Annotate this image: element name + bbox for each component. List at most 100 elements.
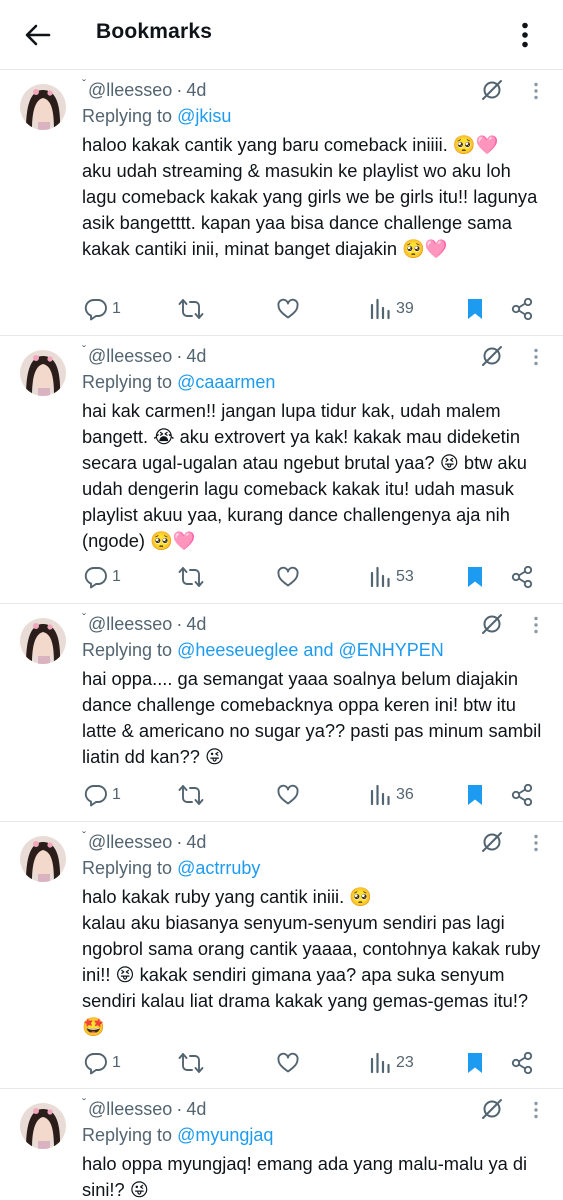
bookmark-filled-icon bbox=[468, 299, 482, 319]
views-count: 36 bbox=[396, 786, 414, 803]
share-icon bbox=[511, 1051, 533, 1075]
replying-to-handle[interactable]: @actrruby bbox=[177, 858, 260, 878]
tweet-text: hai kak carmen!! jangan lupa tidur kak, … bbox=[82, 400, 527, 551]
share-icon bbox=[511, 297, 533, 321]
like-button[interactable] bbox=[276, 780, 304, 810]
share-icon bbox=[511, 783, 533, 807]
reply-icon bbox=[84, 1053, 107, 1075]
views-icon bbox=[370, 566, 390, 588]
grok-icon[interactable] bbox=[480, 830, 504, 854]
tweet-text: halo kakak ruby yang cantik iniii. 🥺 kal… bbox=[82, 886, 541, 1037]
more-dots-icon[interactable] bbox=[532, 348, 540, 366]
share-button[interactable] bbox=[510, 780, 534, 810]
tweet-header: ˇ @lleesseo · 4d bbox=[82, 1096, 207, 1120]
timestamp[interactable]: 4d bbox=[186, 80, 206, 101]
timestamp[interactable]: 4d bbox=[186, 1099, 206, 1120]
replying-to-handle[interactable]: @caaarmen bbox=[177, 372, 275, 392]
avatar[interactable] bbox=[20, 84, 66, 130]
reply-count: 1 bbox=[112, 1054, 121, 1071]
more-dots-icon[interactable] bbox=[532, 1101, 540, 1119]
views-count: 53 bbox=[396, 568, 414, 585]
more-options-button[interactable] bbox=[508, 17, 542, 53]
tweet-actions: 1 39 bbox=[0, 294, 563, 324]
bookmark-button[interactable] bbox=[465, 780, 485, 810]
reply-button[interactable]: 1 bbox=[84, 1048, 121, 1078]
views-button[interactable]: 23 bbox=[370, 1048, 414, 1078]
grok-icon[interactable] bbox=[480, 78, 504, 102]
grok-icon[interactable] bbox=[480, 612, 504, 636]
heart-icon bbox=[277, 1052, 299, 1073]
bookmark-feed: ˇ @lleesseo · 4d Replying to @jkisu halo… bbox=[0, 70, 563, 1200]
grok-icon[interactable] bbox=[480, 344, 504, 368]
views-icon bbox=[370, 1052, 390, 1074]
tweet-text: hai oppa.... ga semangat yaaa soalnya be… bbox=[82, 668, 542, 767]
views-button[interactable]: 53 bbox=[370, 562, 414, 592]
tweet-card[interactable]: ˇ @lleesseo · 4d Replying to @myungjaq h… bbox=[0, 1089, 563, 1200]
user-handle[interactable]: @lleesseo bbox=[88, 80, 172, 101]
reply-icon bbox=[84, 567, 107, 589]
replying-to: Replying to @actrruby bbox=[82, 858, 261, 878]
page-title: Bookmarks bbox=[96, 20, 213, 43]
retweet-button[interactable] bbox=[178, 780, 208, 810]
arrow-left-icon bbox=[25, 24, 51, 46]
name-mark: ˇ bbox=[82, 343, 86, 357]
tweet-card[interactable]: ˇ @lleesseo · 4d Replying to @heeseuegle… bbox=[0, 604, 563, 822]
user-handle[interactable]: @lleesseo bbox=[88, 346, 172, 367]
name-mark: ˇ bbox=[82, 1096, 86, 1110]
more-dots-icon[interactable] bbox=[532, 82, 540, 100]
retweet-icon bbox=[178, 567, 204, 587]
reply-button[interactable]: 1 bbox=[84, 294, 121, 324]
avatar[interactable] bbox=[20, 1103, 66, 1149]
reply-button[interactable]: 1 bbox=[84, 562, 121, 592]
tweet-card[interactable]: ˇ @lleesseo · 4d Replying to @actrruby h… bbox=[0, 822, 563, 1089]
retweet-icon bbox=[178, 785, 204, 805]
bookmark-button[interactable] bbox=[465, 1048, 485, 1078]
timestamp[interactable]: 4d bbox=[186, 346, 206, 367]
views-icon bbox=[370, 784, 390, 806]
replying-to: Replying to @myungjaq bbox=[82, 1125, 274, 1145]
grok-icon[interactable] bbox=[480, 1097, 504, 1121]
user-handle[interactable]: @lleesseo bbox=[88, 1099, 172, 1120]
more-dots-icon[interactable] bbox=[532, 616, 540, 634]
top-bar: Bookmarks bbox=[0, 0, 563, 70]
tweet-card[interactable]: ˇ @lleesseo · 4d Replying to @jkisu halo… bbox=[0, 70, 563, 336]
share-button[interactable] bbox=[510, 562, 534, 592]
tweet-actions: 1 53 bbox=[0, 562, 563, 592]
avatar[interactable] bbox=[20, 836, 66, 882]
share-button[interactable] bbox=[510, 1048, 534, 1078]
retweet-button[interactable] bbox=[178, 562, 208, 592]
reply-button[interactable]: 1 bbox=[84, 780, 121, 810]
replying-to: Replying to @heeseueglee and @ENHYPEN bbox=[82, 640, 444, 660]
tweet-card[interactable]: ˇ @lleesseo · 4d Replying to @caaarmen h… bbox=[0, 336, 563, 604]
views-count: 39 bbox=[396, 300, 414, 317]
replying-to-handle[interactable]: @heeseueglee and @ENHYPEN bbox=[177, 640, 444, 660]
like-button[interactable] bbox=[276, 294, 304, 324]
tweet-header: ˇ @lleesseo · 4d bbox=[82, 829, 207, 853]
bookmark-button[interactable] bbox=[465, 562, 485, 592]
bookmark-button[interactable] bbox=[465, 294, 485, 324]
like-button[interactable] bbox=[276, 1048, 304, 1078]
share-button[interactable] bbox=[510, 294, 534, 324]
heart-icon bbox=[277, 298, 299, 319]
more-dots-icon[interactable] bbox=[532, 834, 540, 852]
retweet-button[interactable] bbox=[178, 1048, 208, 1078]
tweet-actions: 1 36 bbox=[0, 780, 563, 810]
user-handle[interactable]: @lleesseo bbox=[88, 614, 172, 635]
like-button[interactable] bbox=[276, 562, 304, 592]
bookmark-filled-icon bbox=[468, 1053, 482, 1073]
avatar[interactable] bbox=[20, 350, 66, 396]
replying-to: Replying to @jkisu bbox=[82, 106, 232, 126]
heart-icon bbox=[277, 784, 299, 805]
tweet-text: halo oppa myungjaq! emang ada yang malu-… bbox=[82, 1153, 528, 1200]
timestamp[interactable]: 4d bbox=[186, 832, 206, 853]
timestamp[interactable]: 4d bbox=[186, 614, 206, 635]
back-button[interactable] bbox=[18, 17, 58, 53]
views-button[interactable]: 36 bbox=[370, 780, 414, 810]
user-handle[interactable]: @lleesseo bbox=[88, 832, 172, 853]
retweet-button[interactable] bbox=[178, 294, 208, 324]
share-icon bbox=[511, 565, 533, 589]
replying-to-handle[interactable]: @jkisu bbox=[177, 106, 231, 126]
replying-to-handle[interactable]: @myungjaq bbox=[177, 1125, 273, 1145]
views-button[interactable]: 39 bbox=[370, 294, 414, 324]
avatar[interactable] bbox=[20, 618, 66, 664]
